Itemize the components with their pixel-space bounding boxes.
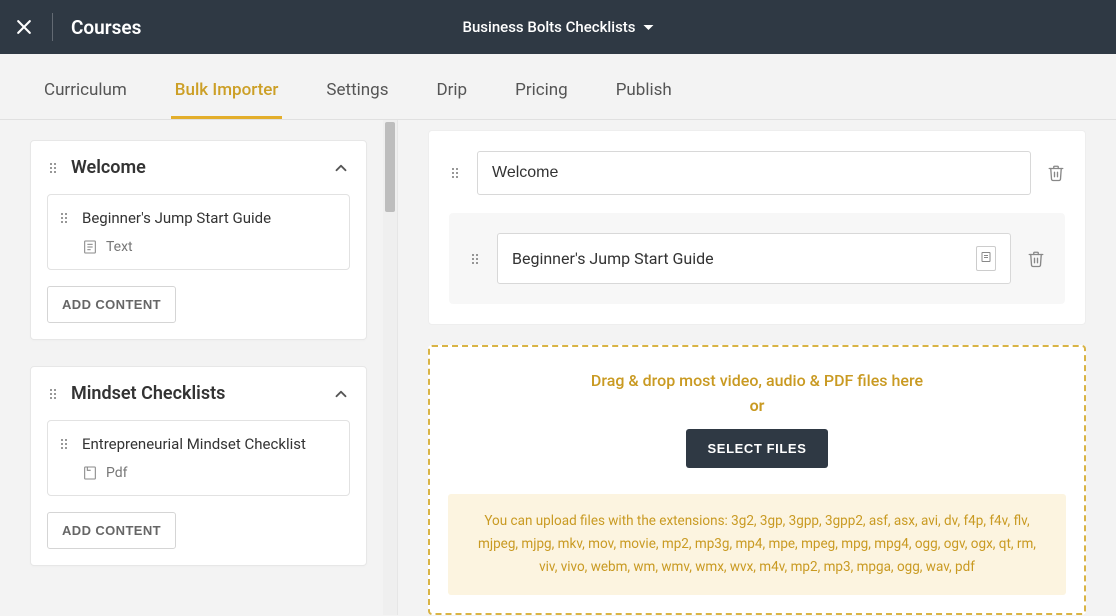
text-icon xyxy=(82,239,98,255)
page-title: Courses xyxy=(71,16,141,39)
pdf-icon xyxy=(82,465,98,481)
chevron-up-icon[interactable] xyxy=(332,159,350,177)
close-icon[interactable] xyxy=(14,17,34,37)
lesson-name-input[interactable]: Beginner's Jump Start Guide xyxy=(497,233,1011,284)
extensions-note: You can upload files with the extensions… xyxy=(448,494,1066,595)
drag-handle-icon[interactable] xyxy=(47,389,59,399)
tabs: Curriculum Bulk Importer Settings Drip P… xyxy=(0,54,1116,120)
delete-chapter-icon[interactable] xyxy=(1047,164,1065,182)
tab-curriculum[interactable]: Curriculum xyxy=(40,54,131,119)
lesson-title: Beginner's Jump Start Guide xyxy=(82,209,335,227)
chapter-card: Welcome Beginner's Jump Start Guide Text… xyxy=(30,140,367,340)
dropzone-or: or xyxy=(448,396,1066,415)
right-pane: Beginner's Jump Start Guide Drag & drop … xyxy=(398,120,1116,615)
caret-down-icon xyxy=(644,25,654,30)
add-content-button[interactable]: ADD CONTENT xyxy=(47,286,176,323)
chapter-editor-card: Beginner's Jump Start Guide xyxy=(428,130,1086,325)
topbar-divider xyxy=(52,13,53,41)
lesson-title: Entrepreneurial Mindset Checklist xyxy=(82,435,335,453)
select-files-button[interactable]: SELECT FILES xyxy=(686,429,829,468)
chapter-title: Mindset Checklists xyxy=(71,383,320,404)
drag-handle-icon[interactable] xyxy=(449,168,461,178)
drag-handle-icon[interactable] xyxy=(58,439,70,449)
add-content-button[interactable]: ADD CONTENT xyxy=(47,512,176,549)
lesson-type: Pdf xyxy=(106,465,128,481)
drag-handle-icon[interactable] xyxy=(469,254,481,264)
tab-publish[interactable]: Publish xyxy=(612,54,676,119)
tab-pricing[interactable]: Pricing xyxy=(511,54,572,119)
drag-handle-icon[interactable] xyxy=(47,163,59,173)
dropzone-title: Drag & drop most video, audio & PDF file… xyxy=(448,371,1066,390)
lesson-name-value: Beginner's Jump Start Guide xyxy=(512,249,714,268)
chapter-card: Mindset Checklists Entrepreneurial Minds… xyxy=(30,366,367,566)
delete-lesson-icon[interactable] xyxy=(1027,250,1045,268)
tab-settings[interactable]: Settings xyxy=(322,54,392,119)
chapter-title: Welcome xyxy=(71,157,320,178)
content: Welcome Beginner's Jump Start Guide Text… xyxy=(0,120,1116,615)
tab-drip[interactable]: Drip xyxy=(433,54,472,119)
course-switcher[interactable]: Business Bolts Checklists xyxy=(462,18,653,36)
drag-handle-icon[interactable] xyxy=(58,213,70,223)
topbar: Courses Business Bolts Checklists xyxy=(0,0,1116,54)
lesson-editor-card: Beginner's Jump Start Guide xyxy=(449,213,1065,304)
lesson-type: Text xyxy=(106,239,133,255)
dropzone[interactable]: Drag & drop most video, audio & PDF file… xyxy=(428,345,1086,615)
lesson-item[interactable]: Entrepreneurial Mindset Checklist Pdf xyxy=(47,420,350,496)
lesson-item[interactable]: Beginner's Jump Start Guide Text xyxy=(47,194,350,270)
chevron-up-icon[interactable] xyxy=(332,385,350,403)
lesson-type-icon xyxy=(976,246,996,271)
left-pane: Welcome Beginner's Jump Start Guide Text… xyxy=(0,120,398,615)
scrollbar[interactable] xyxy=(383,120,397,615)
tab-bulk-importer[interactable]: Bulk Importer xyxy=(171,54,283,119)
chapter-name-input[interactable] xyxy=(477,151,1031,195)
course-name: Business Bolts Checklists xyxy=(462,18,635,36)
scrollbar-thumb[interactable] xyxy=(385,122,395,212)
